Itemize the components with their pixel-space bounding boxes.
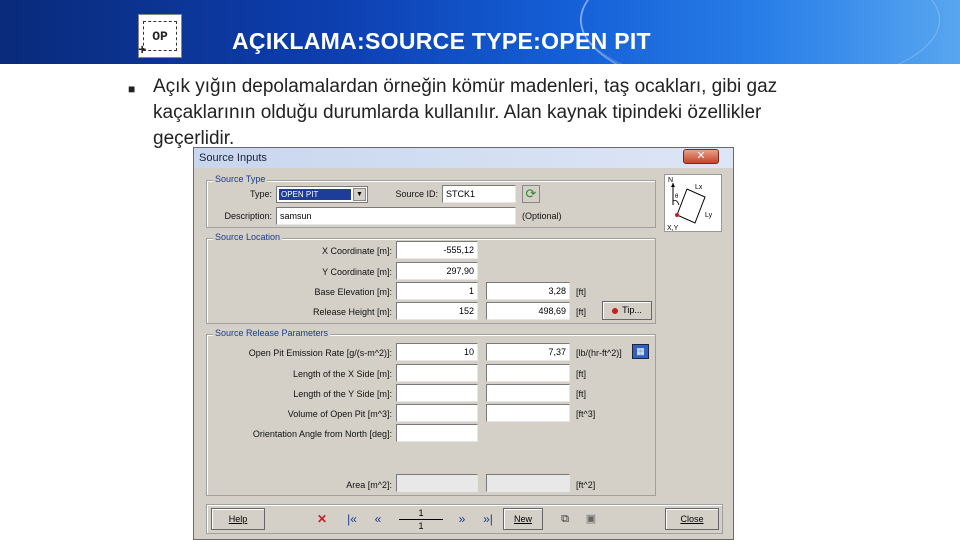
source-location-group-title: Source Location (213, 232, 283, 242)
y-side-field[interactable] (396, 384, 478, 402)
diagram-xy: X,Y (667, 225, 679, 232)
close-button-label: Close (680, 514, 704, 524)
calculator-icon[interactable]: ▦ (632, 344, 649, 359)
volume-label: Volume of Open Pit [m^3]: (287, 409, 392, 419)
release-height-field[interactable]: 152 (396, 302, 478, 320)
orientation-field[interactable] (396, 424, 478, 442)
x-coordinate-label: X Coordinate [m]: (321, 246, 392, 256)
help-button[interactable]: Help (211, 508, 265, 530)
x-side-label: Length of the X Side [m]: (292, 369, 392, 379)
diagram-theta: θ (675, 194, 679, 200)
close-button[interactable]: Close (665, 508, 719, 530)
window-close-button[interactable]: ✕ (683, 149, 719, 164)
next-record-icon[interactable]: » (451, 509, 473, 531)
optional-label: (Optional) (522, 211, 562, 221)
release-height-unit: [ft] (576, 307, 587, 317)
first-record-icon[interactable]: |« (341, 509, 363, 531)
area-label: Area [m^2]: (346, 480, 392, 490)
copy-icon[interactable]: ⧉ (555, 509, 575, 531)
area-field (396, 474, 478, 492)
emission-rate-field[interactable]: 10 (396, 343, 478, 361)
volume-unit: [ft^3] (576, 409, 596, 419)
logo-text: OP (152, 28, 168, 44)
source-type-group-title: Source Type (213, 174, 268, 184)
record-current: 1 (399, 507, 443, 520)
base-elevation-label: Base Elevation [m]: (314, 287, 392, 297)
tip-dot-icon (612, 307, 619, 314)
source-id-field[interactable]: STCK1 (442, 185, 516, 203)
x-side-ft-field[interactable] (486, 364, 570, 382)
last-record-icon[interactable]: »| (477, 509, 499, 531)
bullet-paragraph: ■ Açık yığın depolamalardan örneğin kömü… (128, 74, 828, 152)
y-coordinate-field[interactable]: 297,90 (396, 262, 478, 280)
description-label: Description: (224, 211, 272, 221)
diagram-north: N (668, 177, 673, 184)
type-select[interactable]: OPEN PIT ▼ (276, 186, 368, 203)
open-pit-icon: OP + (138, 14, 182, 59)
diagram-lx: Lx (695, 184, 703, 191)
slide-title: AÇIKLAMA:SOURCE TYPE:OPEN PIT (232, 28, 651, 54)
bottom-toolbar: Help ✕ |« « 1 1 » »| New ⧉ ▣ Close (206, 504, 723, 534)
volume-field[interactable] (396, 404, 478, 422)
base-elevation-unit: [ft] (576, 287, 587, 297)
area-ft-field (486, 474, 570, 492)
base-elevation-ft-field[interactable]: 3,28 (486, 282, 570, 300)
y-coordinate-label: Y Coordinate [m]: (322, 267, 392, 277)
base-elevation-field[interactable]: 1 (396, 282, 478, 300)
x-side-field[interactable] (396, 364, 478, 382)
y-side-unit: [ft] (576, 389, 587, 399)
window-titlebar: Source Inputs (194, 148, 733, 168)
type-label: Type: (249, 189, 272, 199)
record-counter: 1 1 (399, 507, 443, 533)
diagram-ly: Ly (705, 212, 713, 219)
paste-icon[interactable]: ▣ (581, 509, 601, 531)
record-total: 1 (418, 521, 424, 531)
tip-button-label: Tip... (622, 305, 642, 315)
source-inputs-window: Source Inputs ✕ Source Type Type: OPEN P… (193, 147, 734, 540)
refresh-icon[interactable]: ⟳ (522, 185, 540, 203)
release-height-label: Release Height [m]: (312, 307, 392, 317)
type-select-value: OPEN PIT (279, 189, 351, 200)
tip-button[interactable]: Tip... (602, 301, 652, 320)
orientation-label: Orientation Angle from North [deg]: (252, 429, 392, 439)
source-id-label: Source ID: (395, 189, 438, 199)
y-side-ft-field[interactable] (486, 384, 570, 402)
release-height-ft-field[interactable]: 498,69 (486, 302, 570, 320)
bullet-text: Açık yığın depolamalardan örneğin kömür … (153, 76, 778, 149)
area-unit: [ft^2] (576, 480, 596, 490)
help-button-label: Help (228, 514, 248, 524)
x-side-unit: [ft] (576, 369, 587, 379)
emission-rate-alt-field[interactable]: 7,37 (486, 343, 570, 361)
new-button[interactable]: New (503, 508, 543, 530)
volume-ft-field[interactable] (486, 404, 570, 422)
bullet-square-icon: ■ (128, 82, 136, 96)
window-title: Source Inputs (199, 152, 267, 164)
previous-record-icon[interactable]: « (367, 509, 389, 531)
delete-icon[interactable]: ✕ (311, 509, 333, 531)
open-pit-diagram: N Lx Ly X,Y θ (664, 174, 722, 232)
x-coordinate-field[interactable]: -555,12 (396, 241, 478, 259)
release-params-group-title: Source Release Parameters (213, 328, 331, 338)
emission-rate-label: Open Pit Emission Rate [g/(s-m^2)]: (248, 348, 392, 358)
description-field[interactable]: samsun (276, 207, 516, 225)
y-side-label: Length of the Y Side [m]: (293, 389, 392, 399)
chevron-down-icon[interactable]: ▼ (353, 188, 366, 201)
emission-rate-unit: [lb/(hr-ft^2)] (576, 348, 622, 358)
new-button-label: New (513, 514, 532, 524)
open-pit-diagram-svg: N Lx Ly X,Y θ (667, 177, 713, 232)
